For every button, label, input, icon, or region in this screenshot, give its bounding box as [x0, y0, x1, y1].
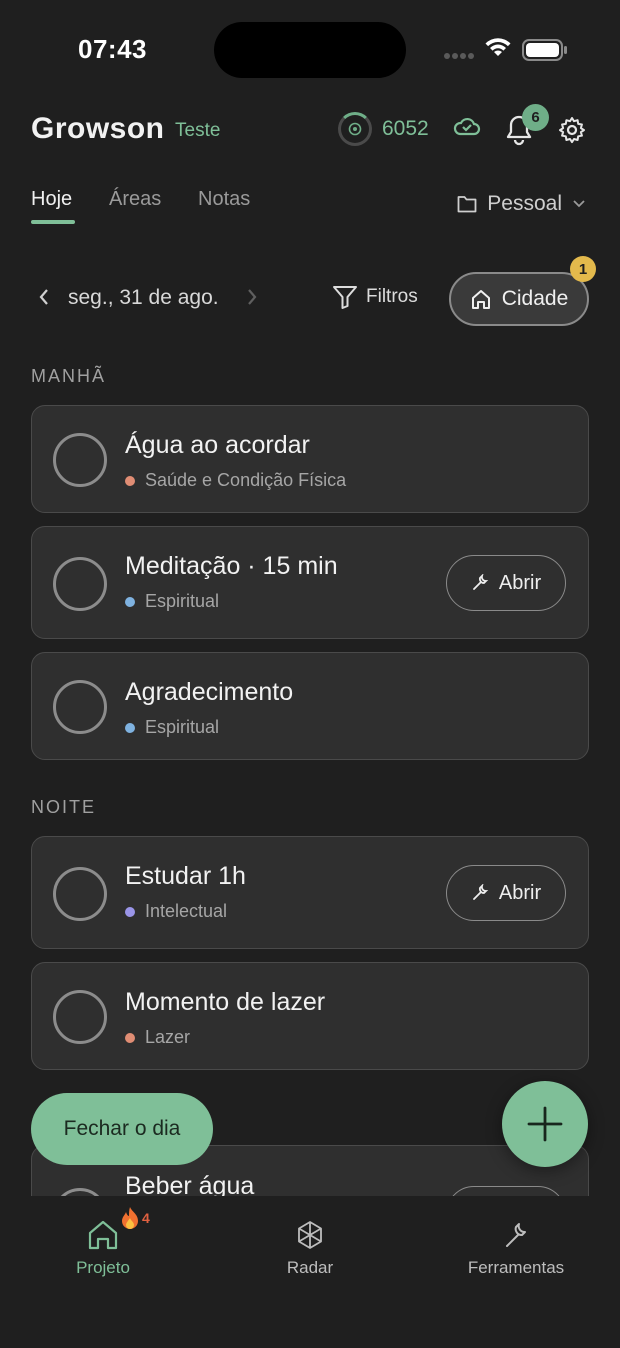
- city-filter-label: Cidade: [501, 287, 569, 310]
- tab-notas[interactable]: Notas: [198, 188, 250, 211]
- category-dot: [125, 906, 135, 917]
- task-category: Espiritual: [125, 717, 219, 738]
- cellular-signal-icon: [444, 53, 474, 59]
- chevron-down-icon: [573, 200, 585, 208]
- gear-icon[interactable]: [558, 116, 586, 144]
- close-day-button[interactable]: Fechar o dia: [31, 1093, 213, 1165]
- nav-item-ferramentas[interactable]: Ferramentas: [431, 1220, 601, 1278]
- date-navigation: seg., 31 de ago. Filtros Cidade 1: [0, 256, 620, 330]
- task-title: Meditação · 15 min: [125, 552, 338, 580]
- space-selector[interactable]: Pessoal: [457, 192, 586, 216]
- task-category: Intelectual: [125, 901, 227, 922]
- open-task-button[interactable]: [446, 1186, 566, 1196]
- open-task-label: Abrir: [498, 881, 542, 904]
- task-category-label: Intelectual: [145, 901, 228, 921]
- task-card[interactable]: Momento de lazer Lazer: [31, 962, 589, 1070]
- wrench-icon: [506, 1223, 526, 1247]
- radar-icon: [298, 1221, 322, 1249]
- task-card[interactable]: Água ao acordar Saúde e Condição Física: [31, 405, 589, 513]
- points-ring-icon: [338, 112, 372, 146]
- active-tab-indicator: [31, 220, 75, 224]
- open-task-button[interactable]: Abrir: [446, 865, 566, 921]
- bottom-navigation: Projeto 4 Radar Ferramentas: [0, 1196, 620, 1348]
- fire-icon: [122, 1207, 138, 1229]
- add-task-button[interactable]: [502, 1081, 588, 1167]
- brand-logo: Growson: [31, 112, 165, 145]
- app-screen: 07:43 Growson Teste 6052 6 Hoje Áreas No…: [0, 0, 620, 1348]
- task-category: Saúde e Condição Física: [125, 470, 346, 491]
- space-selector-value: Pessoal: [487, 192, 562, 215]
- task-title: Agradecimento: [125, 678, 294, 706]
- task-title: Estudar 1h: [125, 862, 246, 890]
- filters-button[interactable]: Filtros: [332, 284, 418, 310]
- task-checkbox[interactable]: [53, 433, 107, 487]
- task-category-label: Espiritual: [145, 591, 220, 611]
- task-title: Momento de lazer: [125, 988, 326, 1016]
- wifi-icon: [485, 38, 511, 56]
- nav-label-radar: Radar: [286, 1258, 334, 1277]
- task-checkbox[interactable]: [53, 1188, 107, 1196]
- tab-areas[interactable]: Áreas: [109, 188, 161, 211]
- category-dot: [125, 475, 135, 486]
- dynamic-island: [214, 22, 406, 78]
- wrench-icon: [472, 574, 489, 590]
- task-category: Espiritual: [125, 591, 219, 612]
- nav-item-radar[interactable]: Radar: [225, 1220, 395, 1278]
- task-card[interactable]: Meditação · 15 min Espiritual Abrir: [31, 526, 589, 639]
- task-checkbox[interactable]: [53, 867, 107, 921]
- task-category-label: Espiritual: [145, 717, 220, 737]
- home-icon: [88, 1220, 118, 1250]
- cloud-sync-icon[interactable]: [453, 116, 481, 136]
- chevron-right-icon[interactable]: [244, 286, 260, 308]
- status-bar: 07:43: [0, 0, 620, 100]
- top-tabs: Hoje Áreas Notas Pessoal: [0, 186, 620, 230]
- nav-item-projeto[interactable]: Projeto: [18, 1220, 188, 1278]
- task-title: Beber água: [125, 1172, 255, 1196]
- tab-hoje[interactable]: Hoje: [31, 188, 72, 211]
- open-task-button[interactable]: Abrir: [446, 555, 566, 611]
- points-counter[interactable]: 6052: [338, 112, 429, 146]
- task-category-label: Lazer: [145, 1027, 191, 1047]
- streak-badge: 4: [120, 1206, 150, 1230]
- open-task-label: Abrir: [498, 571, 542, 594]
- task-card[interactable]: Estudar 1h Intelectual Abrir: [31, 836, 589, 949]
- task-category: Lazer: [125, 1027, 190, 1048]
- funnel-icon: [333, 286, 357, 309]
- app-header: Growson Teste 6052 6: [0, 104, 620, 160]
- streak-count: 4: [142, 1210, 150, 1226]
- environment-tag: Teste: [175, 120, 221, 141]
- points-value: 6052: [382, 117, 429, 140]
- current-date: seg., 31 de ago.: [68, 286, 219, 309]
- status-time: 07:43: [78, 34, 147, 64]
- task-checkbox[interactable]: [53, 557, 107, 611]
- wrench-icon: [472, 884, 489, 900]
- battery-icon: [522, 39, 567, 61]
- plus-icon: [527, 1106, 563, 1142]
- home-icon: [471, 290, 490, 309]
- category-dot: [125, 722, 135, 733]
- category-dot: [125, 596, 135, 607]
- task-card[interactable]: Agradecimento Espiritual: [31, 652, 589, 760]
- nav-label-projeto: Projeto: [76, 1258, 130, 1277]
- chevron-left-icon[interactable]: [36, 286, 52, 308]
- task-checkbox[interactable]: [53, 680, 107, 734]
- folder-icon: [457, 196, 477, 213]
- city-filter-button[interactable]: Cidade: [449, 272, 589, 326]
- task-title: Água ao acordar: [125, 431, 310, 459]
- section-label-morning: MANHÃ: [31, 366, 107, 386]
- section-label-night: NOITE: [31, 797, 97, 817]
- nav-label-ferramentas: Ferramentas: [467, 1258, 565, 1277]
- filters-label: Filtros: [366, 286, 418, 307]
- city-filter-badge: 1: [570, 256, 596, 282]
- task-checkbox[interactable]: [53, 990, 107, 1044]
- task-category-label: Saúde e Condição Física: [145, 470, 347, 490]
- category-dot: [125, 1032, 135, 1043]
- notification-badge: 6: [522, 104, 549, 131]
